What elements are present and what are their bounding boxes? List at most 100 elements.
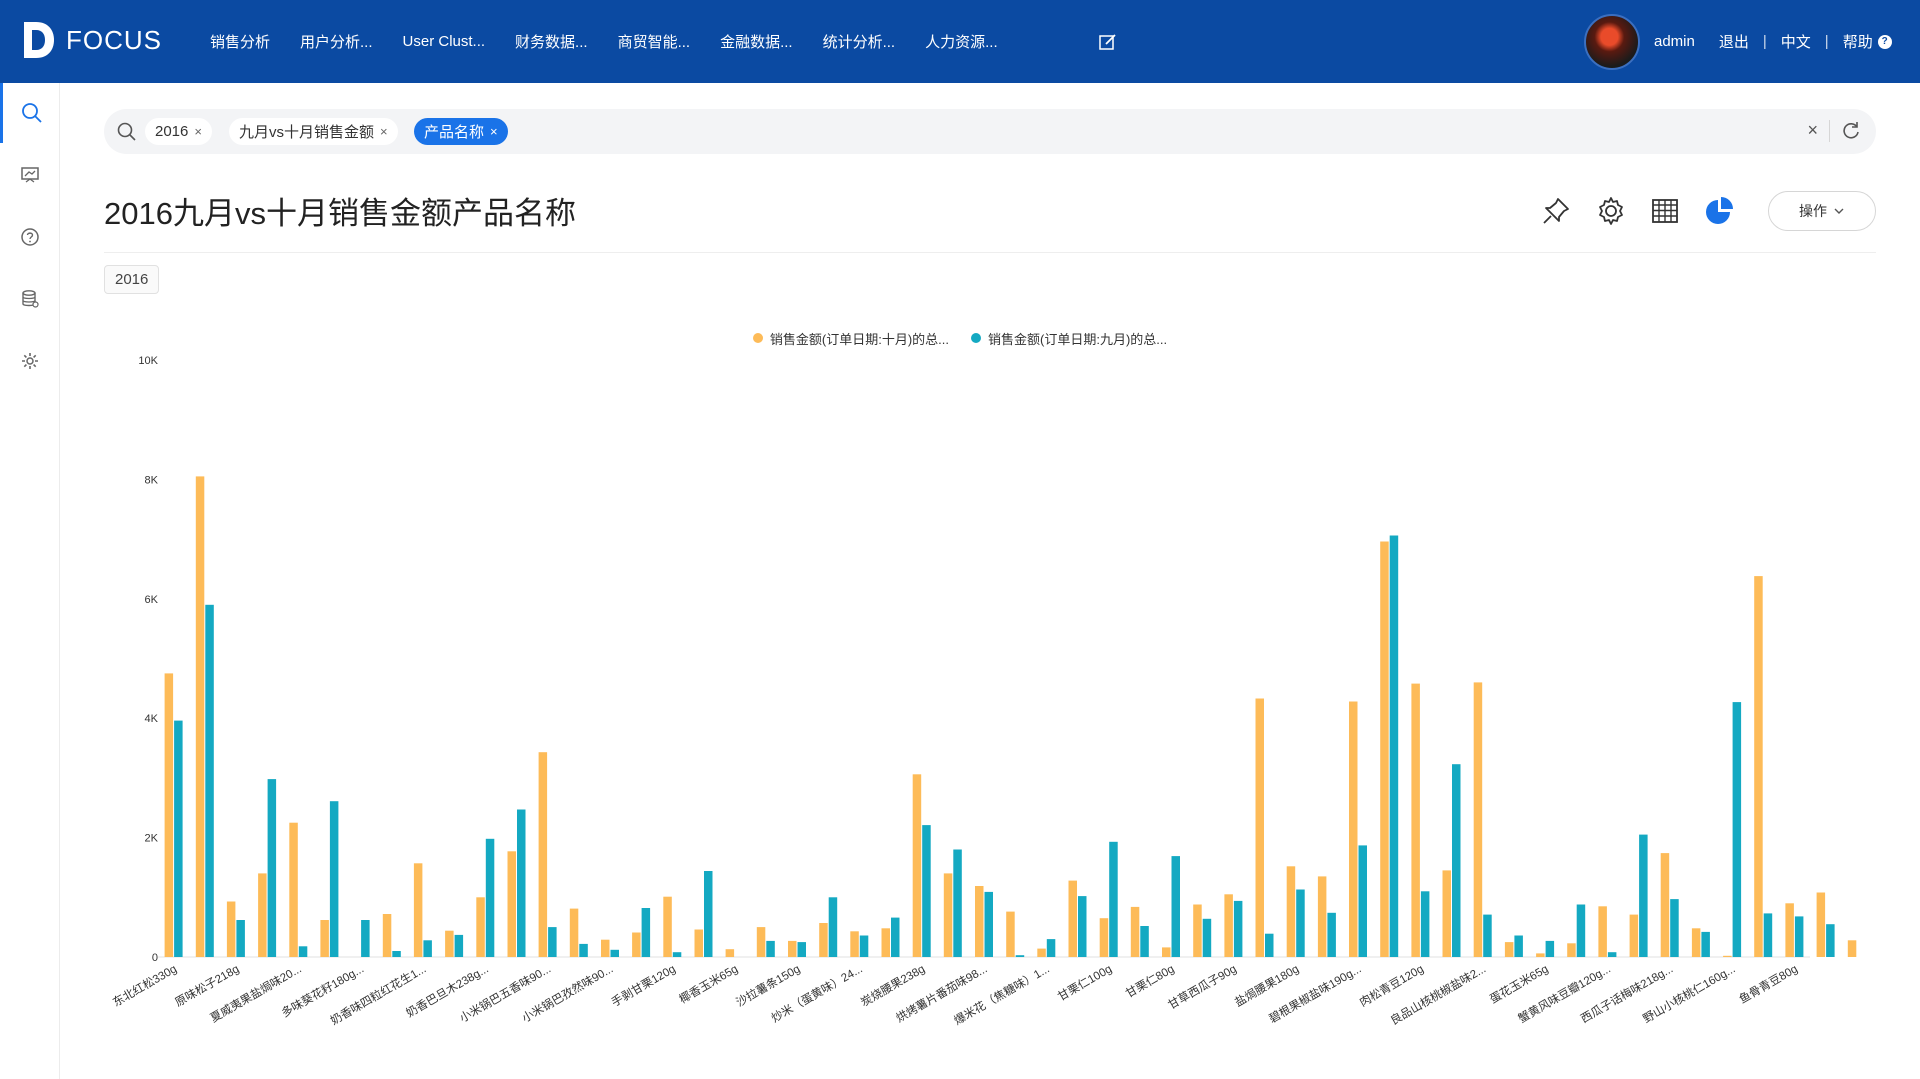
bar-september[interactable]: [548, 927, 557, 957]
bar-october[interactable]: [632, 932, 641, 958]
bar-september[interactable]: [1732, 702, 1742, 957]
sidebar-item-search[interactable]: [0, 83, 60, 143]
bar-september[interactable]: [984, 891, 994, 957]
nav-item-statistics[interactable]: 统计分析...: [823, 31, 896, 52]
bar-october[interactable]: [975, 886, 984, 957]
bar-october[interactable]: [1847, 940, 1857, 957]
nav-item-financial-data[interactable]: 金融数据...: [720, 31, 793, 52]
bar-october[interactable]: [1068, 880, 1078, 957]
bar-october[interactable]: [1598, 906, 1607, 957]
nav-item-finance-data[interactable]: 财务数据...: [515, 31, 588, 52]
chip-remove-icon[interactable]: ×: [194, 124, 202, 139]
refresh-icon[interactable]: [1840, 120, 1862, 142]
bar-october[interactable]: [1317, 876, 1327, 957]
bar-september[interactable]: [1202, 918, 1212, 957]
nav-item-user-cluster[interactable]: User Clust...: [403, 33, 486, 50]
username[interactable]: admin: [1654, 33, 1695, 50]
bar-september[interactable]: [672, 952, 682, 957]
bar-october[interactable]: [601, 939, 610, 957]
search-bar[interactable]: 2016 × 九月vs十月销售金额 × 产品名称 × ×: [104, 109, 1876, 154]
bar-october[interactable]: [694, 929, 704, 958]
bar-october[interactable]: [756, 927, 766, 957]
bar-september[interactable]: [1140, 926, 1149, 957]
nav-item-user-analysis[interactable]: 用户分析...: [300, 31, 373, 52]
bar-october[interactable]: [1754, 576, 1763, 957]
bar-september[interactable]: [1015, 955, 1025, 957]
bar-october[interactable]: [1816, 892, 1826, 958]
bar-october[interactable]: [1162, 947, 1171, 957]
bar-october[interactable]: [507, 851, 517, 957]
bar-october[interactable]: [1504, 942, 1514, 957]
bar-september[interactable]: [329, 801, 339, 957]
bar-october[interactable]: [320, 920, 329, 957]
bar-september[interactable]: [1701, 931, 1710, 957]
help-link[interactable]: 帮助: [1843, 31, 1873, 52]
bar-september[interactable]: [1826, 924, 1835, 957]
bar-october[interactable]: [1567, 943, 1576, 957]
chip-remove-icon[interactable]: ×: [380, 124, 388, 139]
avatar[interactable]: [1584, 14, 1640, 70]
language-switch[interactable]: 中文: [1781, 31, 1811, 52]
bar-september[interactable]: [236, 920, 245, 957]
bar-october[interactable]: [1006, 911, 1015, 957]
bar-october[interactable]: [788, 940, 797, 957]
bar-october[interactable]: [1723, 955, 1732, 957]
help-icon[interactable]: ?: [1877, 34, 1892, 49]
search-chip-year[interactable]: 2016 ×: [145, 118, 212, 145]
bar-october[interactable]: [1785, 903, 1794, 957]
bar-october[interactable]: [445, 930, 454, 957]
bar-september[interactable]: [1576, 904, 1586, 958]
bar-september[interactable]: [1296, 889, 1305, 958]
bar-september[interactable]: [1514, 935, 1523, 958]
bar-october[interactable]: [1691, 928, 1701, 957]
table-view-icon[interactable]: [1649, 195, 1681, 227]
bar-september[interactable]: [797, 942, 807, 957]
bar-september[interactable]: [1109, 841, 1118, 957]
bar-september[interactable]: [1078, 896, 1087, 957]
bar-october[interactable]: [1255, 698, 1265, 958]
pin-icon[interactable]: [1540, 195, 1572, 227]
bar-october[interactable]: [289, 822, 298, 957]
nav-item-trade-intelligence[interactable]: 商贸智能...: [618, 31, 691, 52]
sidebar-item-data[interactable]: [0, 269, 60, 329]
bar-september[interactable]: [579, 943, 588, 957]
bar-october[interactable]: [413, 863, 423, 957]
bar-september[interactable]: [454, 934, 464, 957]
bar-september[interactable]: [1639, 834, 1648, 957]
bar-october[interactable]: [1099, 918, 1109, 957]
search-chip-product-name[interactable]: 产品名称 ×: [414, 118, 508, 145]
bar-october[interactable]: [912, 774, 922, 957]
bar-september[interactable]: [1607, 952, 1617, 957]
bar-october[interactable]: [943, 873, 953, 957]
bar-october[interactable]: [226, 901, 236, 958]
bar-september[interactable]: [174, 720, 183, 957]
bar-october[interactable]: [258, 873, 267, 957]
bar-september[interactable]: [1763, 913, 1773, 957]
bar-october[interactable]: [1130, 906, 1140, 957]
bar-october[interactable]: [1193, 904, 1202, 958]
bar-september[interactable]: [1483, 914, 1492, 957]
bar-october[interactable]: [1411, 683, 1420, 957]
bar-october[interactable]: [1286, 866, 1296, 957]
bar-october[interactable]: [881, 928, 891, 957]
bar-october[interactable]: [1224, 894, 1233, 957]
nav-item-hr[interactable]: 人力资源...: [925, 31, 998, 52]
chip-remove-icon[interactable]: ×: [490, 124, 498, 139]
bar-october[interactable]: [725, 949, 735, 957]
bar-september[interactable]: [922, 825, 931, 957]
logout-link[interactable]: 退出: [1719, 31, 1749, 52]
bar-september[interactable]: [485, 838, 495, 957]
bar-october[interactable]: [476, 897, 485, 957]
bar-september[interactable]: [828, 897, 838, 957]
nav-item-sales-analysis[interactable]: 销售分析: [210, 31, 270, 52]
sidebar-item-presentation[interactable]: [0, 145, 60, 205]
bar-september[interactable]: [392, 951, 401, 957]
bar-september[interactable]: [1233, 900, 1243, 957]
bar-september[interactable]: [423, 940, 432, 957]
bar-september[interactable]: [1452, 764, 1461, 957]
bar-september[interactable]: [891, 917, 900, 957]
bar-october[interactable]: [195, 476, 205, 957]
edit-icon[interactable]: [1098, 32, 1118, 52]
bar-september[interactable]: [1171, 856, 1181, 957]
bar-october[interactable]: [382, 914, 392, 957]
